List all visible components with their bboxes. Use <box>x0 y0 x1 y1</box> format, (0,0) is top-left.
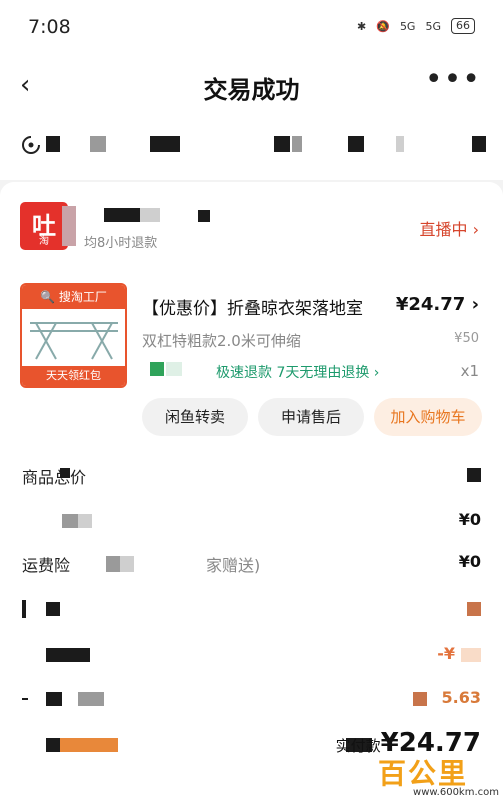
redaction-block <box>120 556 134 572</box>
redaction-block <box>348 136 364 152</box>
redaction-block <box>104 208 140 222</box>
summary-value: ¥0 <box>458 510 481 529</box>
redaction-block <box>22 698 28 700</box>
bluetooth-icon: ✱ <box>357 19 367 33</box>
summary-value: 5.63 <box>441 688 481 707</box>
summary-row: 运费险 家赠送) ¥0 <box>22 552 481 582</box>
redaction-block <box>60 468 70 478</box>
redaction-block <box>46 136 60 152</box>
product-original-price: ¥50 <box>454 331 479 346</box>
redaction-block <box>22 600 26 618</box>
redaction-block <box>150 362 164 376</box>
paid-label: 实付款 <box>335 737 381 755</box>
resell-button[interactable]: 闲鱼转卖 <box>142 398 248 436</box>
thumb-footer: 天天领红包 <box>22 366 125 386</box>
status-bar: 7:08 ✱ 🔕 5G 5G 66 <box>0 0 503 56</box>
redaction-block <box>90 136 106 152</box>
watermark-logo: 百公里 www.600km.com <box>378 752 503 800</box>
summary-value: -¥ <box>437 644 455 663</box>
redaction-block <box>461 648 481 662</box>
summary-row: 商品总价 <box>22 464 481 494</box>
product-thumbnail[interactable]: 🔍 搜淘工厂 天天领红包 <box>20 283 127 388</box>
redaction-block <box>62 514 78 528</box>
add-to-cart-button[interactable]: 加入购物车 <box>374 398 482 436</box>
thumb-banner: 🔍 搜淘工厂 <box>22 285 125 309</box>
summary-row: -¥ <box>22 644 481 674</box>
more-options-button[interactable]: ••• <box>425 62 481 97</box>
redaction-block <box>78 692 104 706</box>
redaction-block <box>396 136 404 152</box>
redaction-block <box>467 468 481 482</box>
redaction-block <box>60 738 118 752</box>
summary-row: 5.63 <box>22 688 481 718</box>
redaction-block <box>472 136 486 152</box>
summary-note: 家赠送) <box>206 556 261 575</box>
product-title[interactable]: 【优惠价】折叠晾衣架落地室 <box>142 294 363 319</box>
redaction-block <box>46 738 60 752</box>
summary-label: 商品总价 <box>22 468 87 487</box>
battery-icon: 66 <box>451 18 475 34</box>
redaction-block <box>413 692 427 706</box>
product-spec: 双杠特粗款2.0米可伸缩 <box>142 332 301 350</box>
service-tags[interactable]: 极速退款 7天无理由退换 › <box>216 362 379 382</box>
after-sale-button[interactable]: 申请售后 <box>258 398 364 436</box>
location-icon <box>22 136 40 154</box>
shop-refund-info: 均8小时退款 <box>84 236 158 251</box>
redaction-block <box>46 602 60 616</box>
clothes-rack-icon <box>30 322 118 360</box>
nav-header: ‹ 交易成功 ••• <box>0 56 503 116</box>
redaction-block <box>106 556 120 572</box>
redaction-block <box>140 208 160 222</box>
watermark-text: 百公里 <box>378 757 469 790</box>
product-quantity: x1 <box>460 362 479 380</box>
status-time: 7:08 <box>28 16 71 38</box>
redaction-block <box>198 210 210 222</box>
summary-row <box>22 598 481 628</box>
live-button[interactable]: 直播中 › <box>420 216 480 240</box>
redaction-block <box>62 206 76 246</box>
product-price[interactable]: ¥24.77 › <box>396 294 479 315</box>
summary-value: ¥0 <box>458 552 481 571</box>
signal-1-label: 5G <box>399 19 416 33</box>
summary-row: ¥0 <box>22 510 481 540</box>
redaction-block <box>166 362 182 376</box>
redaction-block <box>274 136 290 152</box>
redaction-block <box>46 692 62 706</box>
redaction-block <box>467 602 481 616</box>
watermark-url: www.600km.com <box>413 787 499 798</box>
mute-icon: 🔕 <box>376 19 390 33</box>
summary-label: 运费险 <box>22 556 71 575</box>
redaction-block <box>78 514 92 528</box>
status-icons: ✱ 🔕 5G 5G 66 <box>357 18 475 34</box>
signal-2-label: 5G <box>425 19 441 33</box>
redaction-block <box>150 136 180 152</box>
redaction-block <box>292 136 302 152</box>
delivery-info-row[interactable] <box>0 120 503 170</box>
shop-logo[interactable]: 吐 淘 <box>20 202 68 250</box>
redaction-block <box>46 648 90 662</box>
